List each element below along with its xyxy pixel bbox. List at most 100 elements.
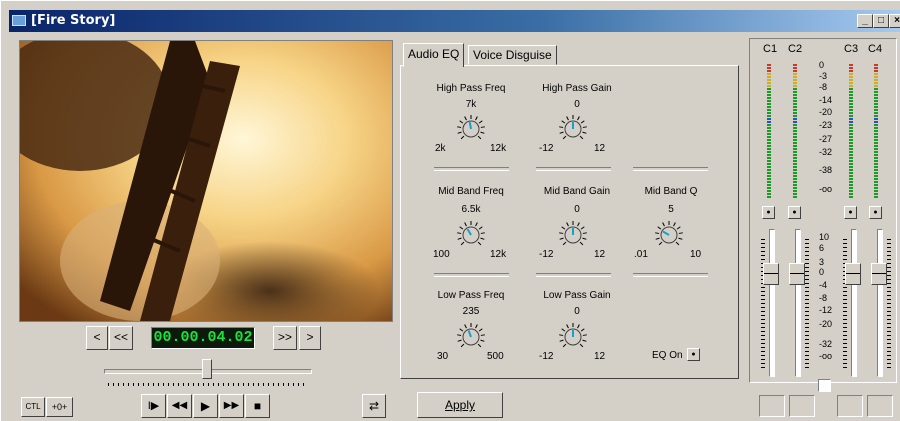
fader-thumb-c2[interactable] <box>789 263 805 285</box>
prev-frame-button[interactable]: < <box>86 326 108 350</box>
mid-band-gain-knob[interactable] <box>557 219 589 251</box>
channel-c4-output <box>867 395 893 417</box>
divider <box>536 167 611 171</box>
close-button[interactable]: × <box>889 14 900 28</box>
low-pass-freq-min: 30 <box>437 351 449 362</box>
link-checkbox[interactable] <box>818 379 831 392</box>
mid-band-gain-min: -12 <box>539 249 554 260</box>
low-pass-freq-max: 500 <box>487 351 504 362</box>
rewind-play-button[interactable]: ◀◀ <box>167 394 192 418</box>
fader-track-c1 <box>769 229 775 377</box>
divider <box>633 273 708 277</box>
meter-scale-label: -38 <box>819 165 833 175</box>
shuttle-slider[interactable] <box>104 359 312 389</box>
low-pass-gain-label: Low Pass Gain <box>543 290 611 301</box>
low-pass-freq-knob[interactable] <box>455 321 487 353</box>
loop-icon: ⇄ <box>368 399 380 413</box>
eq-on-label: EQ On <box>652 350 683 361</box>
apply-label: Apply <box>444 398 476 412</box>
channel-c4-solo[interactable]: ● <box>869 206 882 219</box>
meter-scale-label: 0 <box>819 60 825 70</box>
meter-scale-label: -oo <box>819 184 833 194</box>
loop-button[interactable]: ⇄ <box>362 394 386 418</box>
fader-thumb-c3[interactable] <box>845 263 861 285</box>
fader-thumb-c4[interactable] <box>871 263 887 285</box>
fader-track-c3 <box>851 229 857 377</box>
fader-track-c4 <box>877 229 883 377</box>
high-pass-gain-value: 0 <box>574 99 580 110</box>
title-bar: [Fire Story] _ □ × <box>9 10 900 32</box>
mid-band-freq-knob[interactable] <box>455 219 487 251</box>
channel-c2-output <box>789 395 815 417</box>
ff-play-button[interactable]: ▶▶ <box>219 394 244 418</box>
low-pass-gain-value: 0 <box>574 306 580 317</box>
divider <box>536 273 611 277</box>
high-pass-freq-min: 2k <box>435 143 446 154</box>
meter-scale-label: -14 <box>819 95 833 105</box>
ctl-button[interactable]: CTL <box>21 397 45 417</box>
eq-on-toggle[interactable]: ● <box>687 348 700 361</box>
mid-band-q-max: 10 <box>690 249 702 260</box>
fader-thumb-c1[interactable] <box>763 263 779 285</box>
channel-label-c2: C2 <box>788 43 803 55</box>
channel-c2-solo[interactable]: ● <box>788 206 801 219</box>
meter-scale-label: -8 <box>819 82 828 92</box>
meter-c2 <box>793 64 797 199</box>
meter-c1 <box>767 64 771 199</box>
channel-c3-output <box>837 395 863 417</box>
meter-scale-label: -23 <box>819 120 833 130</box>
maximize-button[interactable]: □ <box>873 14 889 28</box>
shuttle-thumb[interactable] <box>202 359 212 379</box>
meter-scale-label: -20 <box>819 107 833 117</box>
channel-c1-output <box>759 395 785 417</box>
play-from-mark-button[interactable]: I▶ <box>141 394 166 418</box>
apply-button[interactable]: Apply <box>417 392 503 418</box>
high-pass-freq-knob[interactable] <box>455 113 487 145</box>
divider <box>633 167 708 171</box>
mid-band-q-value: 5 <box>668 204 674 215</box>
mid-band-freq-max: 12k <box>490 249 507 260</box>
channel-c3-solo[interactable]: ● <box>844 206 857 219</box>
app-window: [Fire Story] _ □ × < << 00.00.04.02 >> >… <box>0 0 900 421</box>
zero-button[interactable]: +0+ <box>46 397 73 417</box>
low-pass-gain-min: -12 <box>539 351 554 362</box>
stop-button[interactable]: ■ <box>245 394 270 418</box>
fader-ticks <box>887 239 891 369</box>
fader-ticks <box>843 239 847 369</box>
app-icon <box>12 15 26 26</box>
high-pass-gain-knob[interactable] <box>557 113 589 145</box>
minimize-button[interactable]: _ <box>857 14 873 28</box>
high-pass-freq-label: High Pass Freq <box>436 83 506 94</box>
fader-ticks <box>761 239 765 369</box>
fast-forward-button[interactable]: >> <box>273 326 297 350</box>
mid-band-freq-min: 100 <box>433 249 450 260</box>
mid-band-q-min: .01 <box>634 249 648 260</box>
timecode-display: 00.00.04.02 <box>151 327 255 349</box>
low-pass-gain-knob[interactable] <box>557 321 589 353</box>
fader-track-c2 <box>795 229 801 377</box>
meter-scale-label: -32 <box>819 147 833 157</box>
channel-label-c4: C4 <box>868 43 883 55</box>
mid-band-gain-label: Mid Band Gain <box>543 186 611 197</box>
mid-band-q-knob[interactable] <box>653 219 685 251</box>
high-pass-gain-max: 12 <box>594 143 606 154</box>
high-pass-gain-min: -12 <box>539 143 554 154</box>
meter-c4 <box>874 64 878 199</box>
high-pass-freq-max: 12k <box>490 143 507 154</box>
tab-audio-eq[interactable]: Audio EQ <box>403 43 465 67</box>
meter-c3 <box>849 64 853 199</box>
divider <box>434 273 509 277</box>
mid-band-gain-value: 0 <box>574 204 580 215</box>
mid-band-gain-max: 12 <box>594 249 606 260</box>
play-button[interactable]: ▶ <box>193 394 218 418</box>
meter-scale-label: -27 <box>819 134 833 144</box>
channel-label-c1: C1 <box>763 43 778 55</box>
channel-c1-solo[interactable]: ● <box>762 206 775 219</box>
tab-voice-disguise[interactable]: Voice Disguise <box>468 45 557 65</box>
fire-scene-image <box>20 41 392 321</box>
window-title: [Fire Story] <box>31 13 116 28</box>
next-frame-button[interactable]: > <box>299 326 321 350</box>
rewind-button[interactable]: << <box>109 326 133 350</box>
meter-scale-label: -3 <box>819 71 828 81</box>
fader-ticks <box>805 239 809 369</box>
